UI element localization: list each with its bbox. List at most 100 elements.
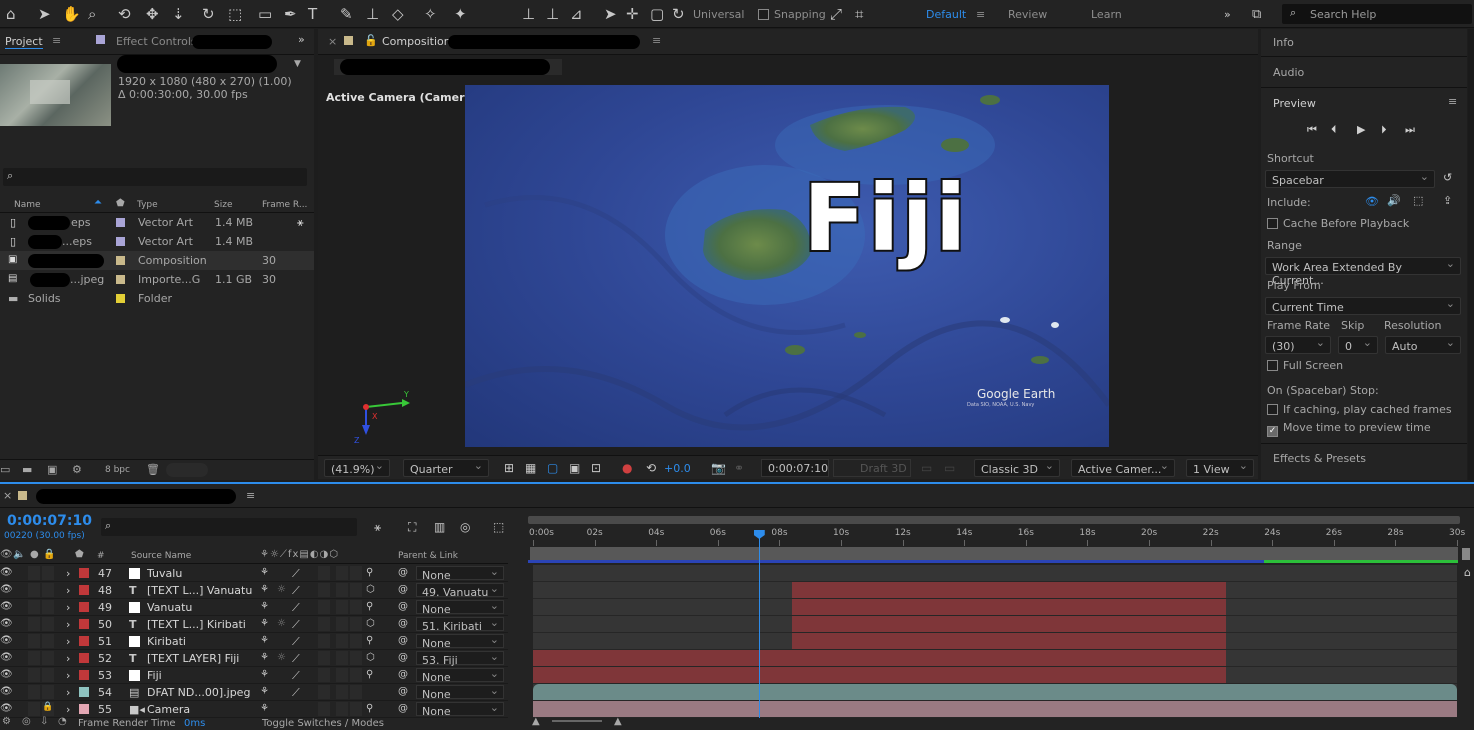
solo-column-icon[interactable]: ● bbox=[30, 549, 39, 560]
adjustment-switch[interactable] bbox=[336, 634, 348, 648]
quality-switch-icon[interactable]: ⟋ bbox=[292, 652, 300, 666]
parent-dropdown[interactable]: None ⌄ bbox=[416, 667, 504, 684]
work-area-bar[interactable] bbox=[530, 547, 1458, 561]
effects-presets-header[interactable]: Effects & Presets bbox=[1261, 443, 1467, 473]
include-overlays-icon[interactable]: ⬚ bbox=[1413, 194, 1423, 207]
cache-before-checkbox[interactable] bbox=[1267, 218, 1278, 229]
transparency-grid-icon[interactable]: ▦ bbox=[525, 461, 536, 475]
expand-arrow-icon[interactable]: › bbox=[66, 669, 70, 682]
pick-whip-icon[interactable]: @ bbox=[398, 601, 408, 612]
layer-label-swatch[interactable] bbox=[79, 687, 89, 697]
type-tool-icon[interactable]: T bbox=[308, 5, 317, 23]
full-screen-checkbox[interactable] bbox=[1267, 360, 1278, 371]
redacted-comp-tab[interactable] bbox=[36, 489, 236, 504]
expand-arrow-icon[interactable]: › bbox=[66, 584, 70, 597]
toggle-switches-icon[interactable]: ⚙ bbox=[2, 716, 11, 727]
region-of-interest-icon[interactable]: ▣ bbox=[569, 461, 580, 475]
lock-switch[interactable]: 🔒 bbox=[42, 702, 54, 716]
3d-layer-icon[interactable]: ⚲ bbox=[366, 567, 373, 578]
solo-switch[interactable] bbox=[28, 685, 40, 699]
draft-3d-toggle[interactable]: Draft 3D bbox=[833, 459, 911, 477]
puppet-pin-icon[interactable]: ✦ bbox=[454, 5, 467, 23]
motion-blur-switch[interactable] bbox=[318, 651, 330, 665]
parent-dropdown[interactable]: None ⌄ bbox=[416, 599, 504, 616]
3d-layer-icon[interactable]: ⚲ bbox=[366, 703, 373, 714]
reset-icon[interactable]: ↺ bbox=[1443, 171, 1452, 184]
skip-dropdown[interactable]: 0 bbox=[1338, 336, 1378, 354]
thumbnail-slider[interactable] bbox=[166, 463, 208, 477]
label-swatch[interactable] bbox=[116, 275, 125, 284]
last-frame-icon[interactable]: ⏭ bbox=[1405, 123, 1415, 137]
ground-plane-icon[interactable]: ▭ bbox=[944, 461, 955, 475]
camera-dropdown[interactable]: Active Camer... bbox=[1071, 459, 1175, 477]
grid-guides-icon[interactable]: ⊡ bbox=[591, 461, 601, 475]
source-name-header[interactable]: Source Name bbox=[131, 551, 191, 561]
lock-column-icon[interactable]: 🔒 bbox=[43, 549, 55, 560]
visibility-eye-icon[interactable]: 👁 bbox=[0, 703, 13, 714]
sync-settings-icon[interactable]: ⧉ bbox=[1252, 7, 1261, 22]
visibility-eye-icon[interactable]: 👁 bbox=[0, 652, 13, 663]
layer-label-swatch[interactable] bbox=[79, 602, 89, 612]
col-size[interactable]: Size bbox=[214, 200, 232, 210]
shy-switch-icon[interactable]: ⚘ bbox=[260, 703, 269, 714]
layer-duration-bar[interactable] bbox=[533, 650, 1226, 666]
collapse-switch-icon[interactable]: ☼ bbox=[277, 584, 286, 595]
move-time-checkbox[interactable]: ✓ bbox=[1267, 426, 1278, 437]
adjust-settings-icon[interactable]: ⚙ bbox=[72, 463, 82, 476]
col-name[interactable]: Name bbox=[14, 200, 41, 210]
layer-name[interactable]: [TEXT L...] Kiribati bbox=[147, 618, 246, 631]
col-frame-rate[interactable]: Frame R... bbox=[262, 200, 307, 210]
3d-layer-icon[interactable]: ⬡ bbox=[366, 584, 375, 595]
motion-blur-switch[interactable] bbox=[318, 668, 330, 682]
preview-resolution-dropdown[interactable]: Auto bbox=[1385, 336, 1461, 354]
layer-label-swatch[interactable] bbox=[79, 704, 89, 714]
layer-row[interactable]: 👁 › 53 Fiji ⚘ ⟋ ⚲ @ None ⌄ bbox=[0, 667, 508, 684]
layer-search-input[interactable]: ⌕ bbox=[101, 518, 357, 536]
collapse-switch-icon[interactable]: ☼ bbox=[277, 652, 286, 663]
project-menu-icon[interactable]: ≡ bbox=[52, 34, 61, 47]
solo-switch[interactable] bbox=[28, 702, 40, 716]
fx-switch[interactable] bbox=[350, 617, 362, 631]
hand-tool-icon[interactable]: ✋ bbox=[62, 5, 81, 23]
lock-switch[interactable] bbox=[42, 583, 54, 597]
pick-whip-icon[interactable]: @ bbox=[398, 618, 408, 629]
orbit-tool-icon[interactable]: ⟲ bbox=[118, 5, 131, 23]
comp-breadcrumb[interactable] bbox=[334, 59, 562, 75]
adjustment-switch[interactable] bbox=[336, 651, 348, 665]
search-help-input[interactable]: ⌕ Search Help bbox=[1282, 4, 1472, 24]
pick-whip-icon[interactable]: @ bbox=[398, 652, 408, 663]
layer-name[interactable]: Fiji bbox=[147, 669, 162, 682]
close-icon[interactable]: × bbox=[3, 489, 12, 502]
timeline-menu-icon[interactable]: ≡ bbox=[246, 489, 255, 502]
snap-grid-icon[interactable]: ⌗ bbox=[855, 5, 863, 23]
fx-switch[interactable] bbox=[350, 600, 362, 614]
adjustment-switch[interactable] bbox=[336, 702, 348, 716]
visibility-eye-icon[interactable]: 👁 bbox=[0, 567, 13, 578]
layer-row[interactable]: 👁 › 50 T [TEXT L...] Kiribati ⚘ ☼ ⟋ ⬡ @ … bbox=[0, 616, 508, 633]
layer-label-swatch[interactable] bbox=[79, 585, 89, 595]
quality-switch-icon[interactable]: ⟋ bbox=[292, 567, 300, 581]
mask-visibility-icon[interactable]: ▢ bbox=[547, 461, 558, 475]
label-swatch[interactable] bbox=[116, 237, 125, 246]
dolly-tool-icon[interactable]: ⇣ bbox=[172, 5, 185, 23]
quality-switch-icon[interactable]: ⟋ bbox=[292, 601, 300, 615]
shy-switch-icon[interactable]: ⚘ bbox=[260, 652, 269, 663]
new-folder-icon[interactable]: ▬ bbox=[22, 463, 32, 476]
layer-row[interactable]: 👁 › 52 T [TEXT LAYER] Fiji ⚘ ☼ ⟋ ⬡ @ 53.… bbox=[0, 650, 508, 667]
layer-label-swatch[interactable] bbox=[79, 568, 89, 578]
time-ruler[interactable]: 0:00s 02s 04s 06s 08s 10s 12s 14s 16s 18s 20s 22s 24… bbox=[528, 526, 1465, 546]
solo-switch[interactable] bbox=[28, 600, 40, 614]
layer-duration-bar[interactable] bbox=[533, 667, 1226, 683]
3d-layer-icon[interactable]: ⬡ bbox=[366, 652, 375, 663]
adjustment-switch[interactable] bbox=[336, 600, 348, 614]
lock-switch[interactable] bbox=[42, 600, 54, 614]
comp-flowchart-icon[interactable]: ⚹ bbox=[374, 520, 381, 534]
motion-blur-switch[interactable] bbox=[318, 685, 330, 699]
home-icon[interactable]: ⌂ bbox=[6, 5, 16, 23]
layer-duration-bar[interactable] bbox=[533, 701, 1457, 717]
visibility-eye-icon[interactable]: 👁 bbox=[0, 669, 13, 680]
visibility-eye-icon[interactable]: 👁 bbox=[0, 584, 13, 595]
fx-switch[interactable] bbox=[350, 651, 362, 665]
panel-overflow-icon[interactable]: » bbox=[298, 33, 305, 46]
solo-switch[interactable] bbox=[28, 566, 40, 580]
